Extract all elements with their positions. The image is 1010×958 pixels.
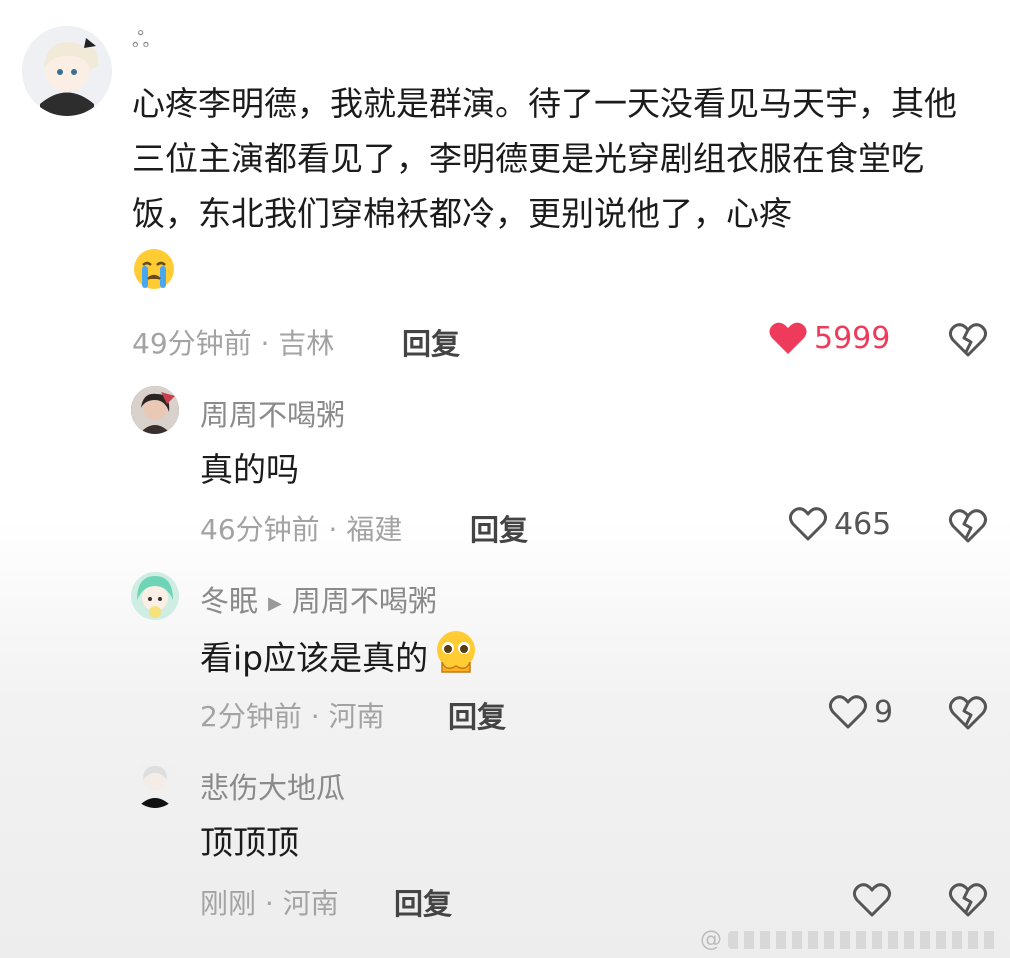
like-button[interactable]: 5999 <box>768 320 890 356</box>
comment-body: 心疼李明德，我就是群演。待了一天没看见马天宇，其他三位主演都看见了，李明德更是光… <box>132 84 957 233</box>
comment-body: 看ip应该是真的 <box>200 638 429 678</box>
like-button[interactable]: 465 <box>788 506 891 542</box>
dislike-button[interactable] <box>948 882 988 922</box>
comment-meta: 刚刚 · 河南 <box>200 887 339 920</box>
heart-icon <box>788 506 828 542</box>
comment-meta: 46分钟前 · 福建 <box>200 513 403 546</box>
avatar-image <box>131 572 179 620</box>
anime-girl-avatar-image <box>22 26 112 116</box>
avatar[interactable] <box>131 386 179 434</box>
avatar[interactable] <box>131 572 179 620</box>
avatar-image <box>131 760 179 808</box>
like-button[interactable] <box>852 882 898 918</box>
watermark: @ <box>700 927 998 952</box>
broken-heart-icon <box>948 883 988 922</box>
comment-meta: 2分钟前 · 河南 <box>200 700 385 733</box>
pleading-face-emoji <box>432 628 480 692</box>
heart-icon <box>768 320 808 356</box>
avatar-image <box>131 386 179 434</box>
reply-arrow-icon: ▶ <box>268 592 282 614</box>
username[interactable]: 冬眠 <box>200 584 258 618</box>
reply-to-username[interactable]: 周周不喝粥 <box>292 584 437 618</box>
avatar[interactable] <box>22 26 112 116</box>
reply-button[interactable]: 回复 <box>448 694 506 736</box>
watermark-text-blurred <box>728 930 998 949</box>
comment-text: 看ip应该是真的 <box>200 628 480 692</box>
like-count: 465 <box>834 506 892 542</box>
dislike-button[interactable] <box>948 508 988 548</box>
heart-icon <box>828 694 868 730</box>
like-count: 5999 <box>814 320 891 356</box>
dislike-button[interactable] <box>948 695 988 735</box>
comment-username[interactable]: ஃ <box>132 28 149 56</box>
reply-button[interactable]: 回复 <box>402 321 460 363</box>
heart-icon <box>852 882 892 918</box>
reply-button[interactable]: 回复 <box>470 507 528 549</box>
comment-username[interactable]: 周周不喝粥 <box>200 392 345 434</box>
comment-username[interactable]: 悲伤大地瓜 <box>200 765 345 807</box>
comment-username[interactable]: 冬眠 ▶ 周周不喝粥 <box>200 578 437 620</box>
comment-text: 真的吗 <box>200 450 299 489</box>
comment-text: 心疼李明德，我就是群演。待了一天没看见马天宇，其他三位主演都看见了，李明德更是光… <box>132 76 982 307</box>
comment-meta: 49分钟前 · 吉林 <box>132 327 335 360</box>
broken-heart-icon <box>948 509 988 548</box>
like-button[interactable]: 9 <box>828 694 893 730</box>
watermark-glyph: @ <box>700 927 722 952</box>
dislike-button[interactable] <box>948 322 988 362</box>
broken-heart-icon <box>948 696 988 735</box>
crying-face-emoji <box>132 247 176 307</box>
comment-text: 顶顶顶 <box>200 823 299 862</box>
broken-heart-icon <box>948 323 988 362</box>
like-count: 9 <box>874 694 894 730</box>
avatar[interactable] <box>131 760 179 808</box>
reply-button[interactable]: 回复 <box>394 881 452 923</box>
